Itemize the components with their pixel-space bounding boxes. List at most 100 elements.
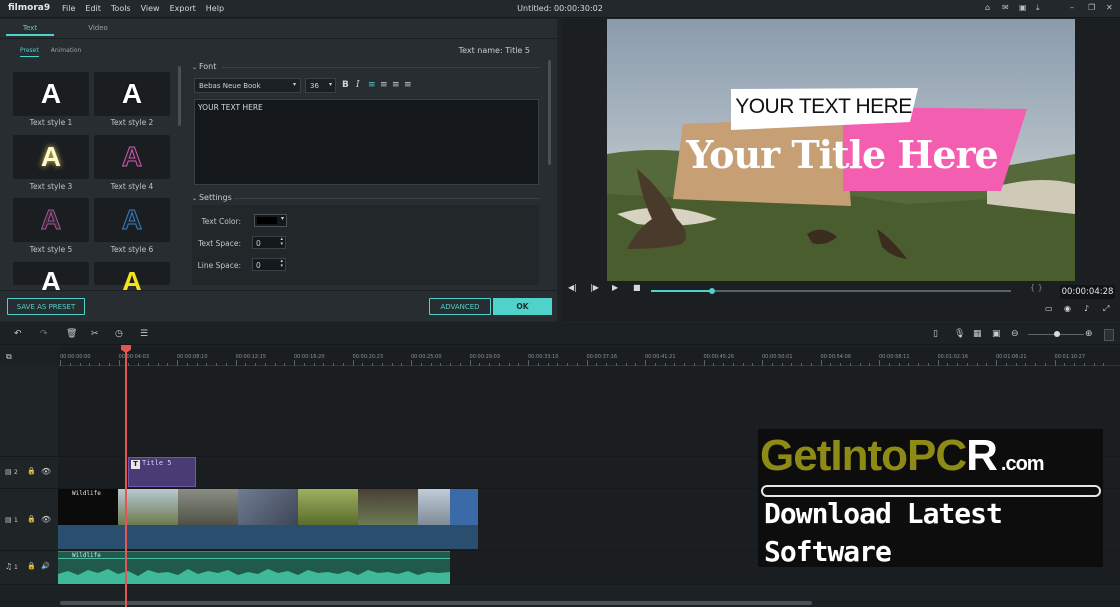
text-style-2-tile[interactable]: A [94, 72, 170, 116]
layout-icon[interactable]: ▣ [1019, 3, 1027, 12]
align-right-icon[interactable]: ≡ [392, 80, 400, 90]
play-icon[interactable]: ▶ [612, 283, 618, 301]
watermark-brand: GetIntoPC [760, 431, 967, 480]
clip-thumbnail [450, 489, 478, 525]
timeline-settings-icon[interactable] [1104, 329, 1114, 341]
minimize-icon[interactable]: – [1070, 3, 1074, 12]
text-style-8-tile[interactable]: A [94, 262, 170, 297]
menu-export[interactable]: Export [170, 4, 196, 13]
menu-file[interactable]: File [62, 4, 75, 13]
audio-clip[interactable]: Wildlife [58, 551, 450, 584]
ruler-tick-label: 00:00:00:00 [60, 354, 91, 360]
align-justify-icon[interactable]: ≡ [404, 80, 412, 90]
watermark-brand-r: R [966, 431, 998, 480]
undo-icon[interactable]: ↶ [14, 329, 22, 339]
display-icon[interactable]: ▭ [1045, 304, 1053, 322]
step-back-icon[interactable]: ◀| [568, 283, 577, 301]
marker-icon[interactable]: ▯ [933, 329, 938, 339]
menu-tools[interactable]: Tools [111, 4, 131, 13]
redo-icon[interactable]: ↷ [40, 329, 48, 339]
step-forward-icon[interactable]: |▶ [590, 283, 599, 301]
microphone-icon[interactable]: 🎙 [954, 329, 965, 339]
ruler-tick [469, 360, 471, 366]
watermark-domain: .com [1000, 453, 1045, 475]
title-clip[interactable]: T Title 5 [128, 457, 196, 487]
preview-banner-text[interactable]: YOUR TEXT HERE [731, 95, 916, 119]
align-left-icon[interactable]: ≡ [368, 80, 376, 90]
ruler-tick [430, 363, 432, 366]
notification-icon[interactable]: ✉ [1002, 3, 1009, 12]
text-color-picker[interactable]: ▾ [254, 214, 287, 227]
add-track-icon[interactable]: ⧉ [6, 352, 12, 362]
menu-edit[interactable]: Edit [85, 4, 101, 13]
timeline-scrollbar[interactable] [60, 601, 812, 605]
fullscreen-icon[interactable]: ⤢ [1103, 304, 1109, 322]
ruler-tick [742, 363, 744, 366]
lock-icon[interactable]: 🔒 [27, 562, 36, 570]
lock-icon[interactable]: 🔒 [27, 467, 36, 475]
styles-scrollbar[interactable] [178, 66, 181, 126]
menu-help[interactable]: Help [206, 4, 224, 13]
ruler-tick [1083, 363, 1085, 366]
playhead[interactable] [125, 346, 127, 607]
text-style-6-tile[interactable]: A [94, 198, 170, 242]
ruler-tick [1044, 363, 1046, 366]
zoom-out-icon[interactable]: ⊖ [1011, 329, 1019, 339]
stop-icon[interactable]: ■ [633, 283, 641, 301]
close-icon[interactable]: ✕ [1106, 3, 1113, 12]
advanced-button[interactable]: ADVANCED [429, 298, 491, 315]
ok-button[interactable]: OK [493, 298, 552, 315]
line-space-stepper[interactable]: 0 ▴ ▾ [252, 258, 286, 271]
text-space-stepper[interactable]: 0 ▴ ▾ [252, 236, 286, 249]
zoom-slider-handle[interactable] [1054, 331, 1060, 337]
mark-in-out-icon[interactable]: { } [1030, 283, 1043, 301]
text-space-value: 0 [256, 239, 261, 248]
preview-title-text[interactable]: Your Title Here [677, 132, 1007, 177]
volume-icon[interactable]: ♪ [1084, 304, 1089, 322]
bold-icon[interactable]: B [342, 80, 349, 90]
font-size-select[interactable]: 36 ▾ [305, 78, 336, 93]
settings-scrollbar[interactable] [548, 60, 551, 165]
ruler-tick [596, 363, 598, 366]
speed-icon[interactable]: ◷ [115, 329, 123, 339]
account-icon[interactable]: ⌂ [985, 3, 990, 12]
subtab-animation[interactable]: Animation [51, 47, 82, 57]
text-style-3-tile[interactable]: A [13, 135, 89, 179]
font-family-select[interactable]: Bebas Neue Book ▾ [194, 78, 301, 93]
timeline-ruler[interactable]: 00:00:00:00 00:00:04:03 00:00:08:10 00:00:1… [58, 348, 1120, 366]
snapshot-icon[interactable]: ◉ [1064, 304, 1071, 322]
text-style-4-tile[interactable]: A [94, 135, 170, 179]
clip-thumbnail [418, 489, 450, 525]
menu-view[interactable]: View [141, 4, 160, 13]
video-clip[interactable]: Wildlife [58, 489, 478, 525]
lock-icon[interactable]: 🔒 [27, 515, 36, 523]
save-as-preset-button[interactable]: SAVE AS PRESET [7, 298, 85, 315]
italic-icon[interactable]: I [356, 80, 360, 90]
cut-icon[interactable]: ✂ [91, 329, 99, 339]
delete-icon[interactable]: 🗑 [66, 329, 77, 339]
ruler-tick [245, 363, 247, 366]
ruler-tick [459, 363, 461, 366]
eye-icon[interactable]: 👁 [41, 467, 51, 476]
mixer-icon[interactable]: ▦ [973, 329, 982, 339]
voiceover-icon[interactable]: ▣ [992, 329, 1001, 339]
text-content-input[interactable]: YOUR TEXT HERE [194, 99, 539, 185]
eye-icon[interactable]: 👁 [41, 515, 51, 524]
font-section-header[interactable]: ⌄ Font [192, 62, 216, 71]
ruler-tick [615, 363, 617, 366]
speaker-icon[interactable]: 🔊 [41, 562, 50, 570]
divider [0, 38, 557, 39]
text-style-7-tile[interactable]: A [13, 262, 89, 297]
text-style-5-tile[interactable]: A [13, 198, 89, 242]
adjust-icon[interactable]: ☰ [140, 329, 148, 339]
maximize-icon[interactable]: ❐ [1088, 3, 1095, 12]
subtab-preset[interactable]: Preset [20, 47, 39, 57]
chevron-down-icon: ▾ [328, 81, 332, 88]
tab-video[interactable]: Video [74, 22, 122, 36]
download-icon[interactable]: ⤓ [1036, 3, 1040, 13]
tab-text[interactable]: Text [6, 22, 54, 36]
text-style-1-tile[interactable]: A [13, 72, 89, 116]
align-center-icon[interactable]: ≡ [380, 80, 388, 90]
zoom-in-icon[interactable]: ⊕ [1085, 329, 1093, 339]
settings-section-header[interactable]: ⌄ Settings [192, 193, 232, 202]
